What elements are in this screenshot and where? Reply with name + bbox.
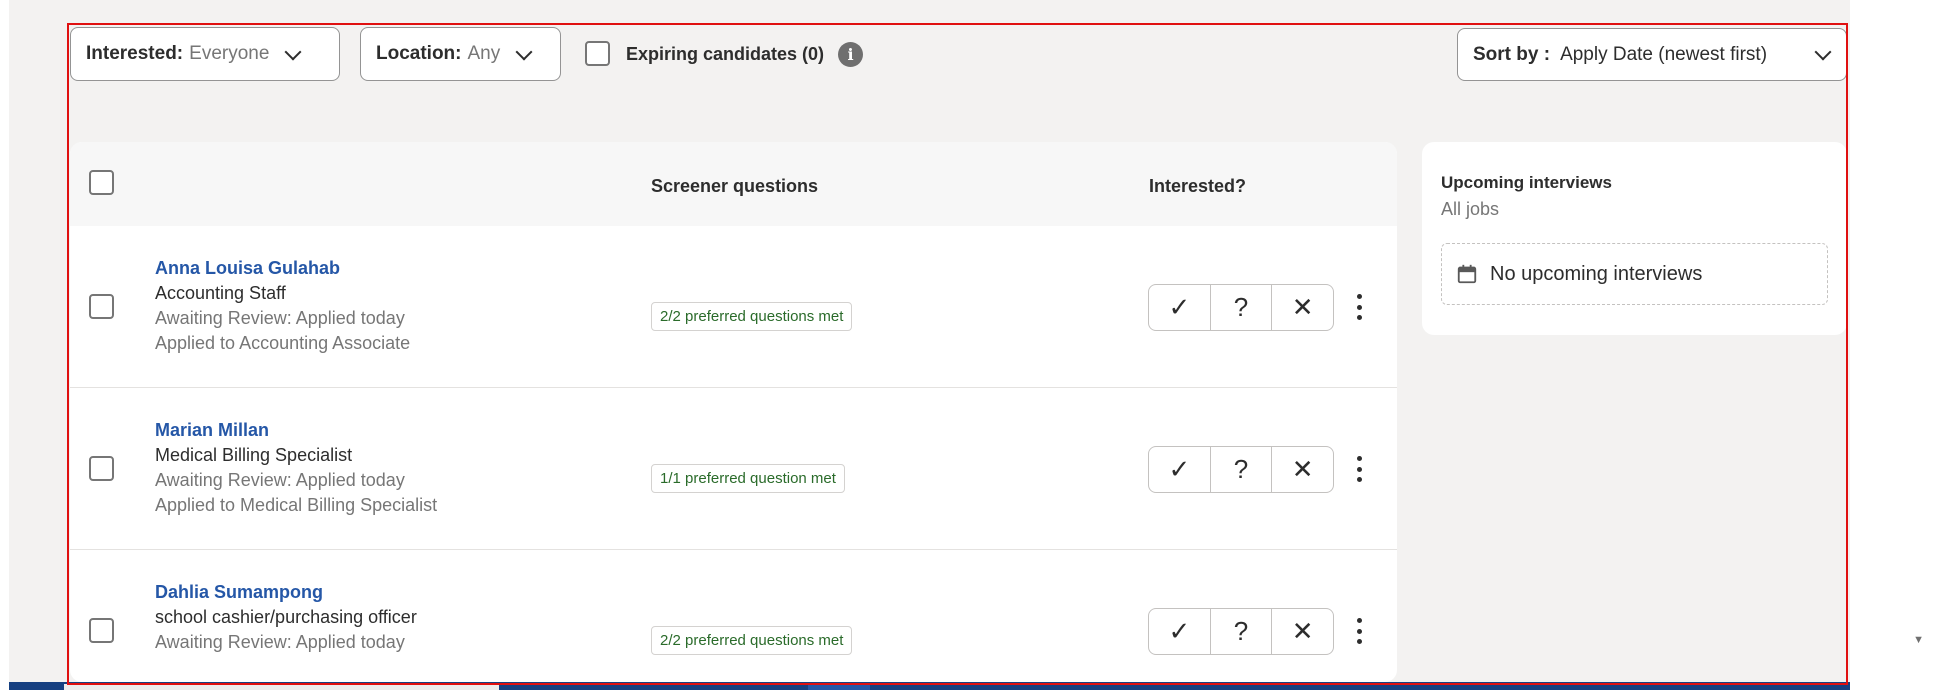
no-interviews-box: No upcoming interviews xyxy=(1441,243,1828,305)
sort-by-dropdown[interactable]: Sort by : Apply Date (newest first) xyxy=(1457,28,1847,81)
screener-badge: 1/1 preferred question met xyxy=(651,464,845,493)
interested-no-button[interactable]: ✕ xyxy=(1272,447,1333,492)
chevron-down-icon xyxy=(284,43,302,60)
interested-maybe-button[interactable]: ? xyxy=(1211,285,1273,330)
horizontal-scroll-indicator xyxy=(808,684,870,690)
upcoming-interviews-title: Upcoming interviews xyxy=(1441,173,1612,192)
screener-badge: 2/2 preferred questions met xyxy=(651,302,853,331)
candidate-list: Screener questions Interested? Anna Loui… xyxy=(70,142,1397,682)
interest-button-group: ✓ ? ✕ xyxy=(1148,284,1334,331)
screener-badge: 2/2 preferred questions met xyxy=(651,626,853,655)
candidate-name-link[interactable]: Dahlia Sumampong xyxy=(155,582,323,603)
candidate-checkbox[interactable] xyxy=(89,456,114,481)
interested-yes-button[interactable]: ✓ xyxy=(1149,285,1211,330)
interested-header: Interested? xyxy=(1149,176,1247,196)
chevron-down-icon xyxy=(1814,43,1832,61)
candidate-status: Awaiting Review: Applied today xyxy=(155,308,405,328)
candidate-checkbox[interactable] xyxy=(89,294,114,319)
interested-filter-value: Everyone xyxy=(189,43,270,64)
sort-by-value: Apply Date (newest first) xyxy=(1560,43,1768,65)
candidate-row: Anna Louisa Gulahab Accounting Staff Awa… xyxy=(70,226,1397,388)
interested-filter-key: Interested: xyxy=(86,43,184,64)
right-gutter xyxy=(1850,0,1938,690)
upcoming-interviews-subtitle: All jobs xyxy=(1441,199,1500,219)
candidate-job-title: school cashier/purchasing officer xyxy=(155,607,417,627)
chevron-down-icon xyxy=(515,43,533,60)
list-header: Screener questions Interested? xyxy=(70,142,1397,226)
info-icon[interactable]: i xyxy=(838,42,863,67)
interested-maybe-button[interactable]: ? xyxy=(1211,609,1273,654)
candidate-name-link[interactable]: Marian Millan xyxy=(155,420,269,441)
select-all-checkbox[interactable] xyxy=(89,170,114,195)
candidate-applied-to: Applied to Medical Billing Specialist xyxy=(155,495,438,515)
candidate-status: Awaiting Review: Applied today xyxy=(155,632,405,652)
scroll-down-arrow-icon[interactable]: ▼ xyxy=(1913,634,1924,646)
upcoming-interviews-panel: Upcoming interviews All jobs No upcoming… xyxy=(1422,142,1847,335)
location-filter-value: Any xyxy=(467,43,501,64)
more-options-icon[interactable] xyxy=(1350,616,1368,646)
expiring-candidates-label: Expiring candidates (0) xyxy=(626,44,825,64)
interested-filter-button[interactable]: Interested: Everyone xyxy=(70,27,340,81)
interested-yes-button[interactable]: ✓ xyxy=(1149,609,1211,654)
more-options-icon[interactable] xyxy=(1350,454,1368,484)
no-interviews-text: No upcoming interviews xyxy=(1490,262,1703,285)
interested-yes-button[interactable]: ✓ xyxy=(1149,447,1211,492)
interested-maybe-button[interactable]: ? xyxy=(1211,447,1273,492)
interested-no-button[interactable]: ✕ xyxy=(1272,285,1333,330)
candidate-applied-to: Applied to Accounting Associate xyxy=(155,333,411,353)
interest-button-group: ✓ ? ✕ xyxy=(1148,608,1334,655)
location-filter-button[interactable]: Location: Any xyxy=(360,27,561,81)
sort-by-key: Sort by : xyxy=(1473,43,1551,65)
candidate-row: Marian Millan Medical Billing Specialist… xyxy=(70,388,1397,550)
candidate-job-title: Medical Billing Specialist xyxy=(155,445,353,465)
expiring-candidates-checkbox[interactable] xyxy=(585,41,610,66)
candidate-status: Awaiting Review: Applied today xyxy=(155,470,405,490)
candidate-row: Dahlia Sumampong school cashier/purchasi… xyxy=(70,550,1397,682)
candidate-job-title: Accounting Staff xyxy=(155,283,286,303)
screener-questions-header: Screener questions xyxy=(651,176,819,196)
interest-button-group: ✓ ? ✕ xyxy=(1148,446,1334,493)
left-gutter xyxy=(0,0,9,690)
interested-no-button[interactable]: ✕ xyxy=(1272,609,1333,654)
candidate-name-link[interactable]: Anna Louisa Gulahab xyxy=(155,258,340,279)
candidate-checkbox[interactable] xyxy=(89,618,114,643)
location-filter-key: Location: xyxy=(376,43,462,64)
more-options-icon[interactable] xyxy=(1350,292,1368,322)
calendar-icon xyxy=(1456,263,1478,285)
horizontal-scrollbar-thumb[interactable] xyxy=(64,684,499,690)
